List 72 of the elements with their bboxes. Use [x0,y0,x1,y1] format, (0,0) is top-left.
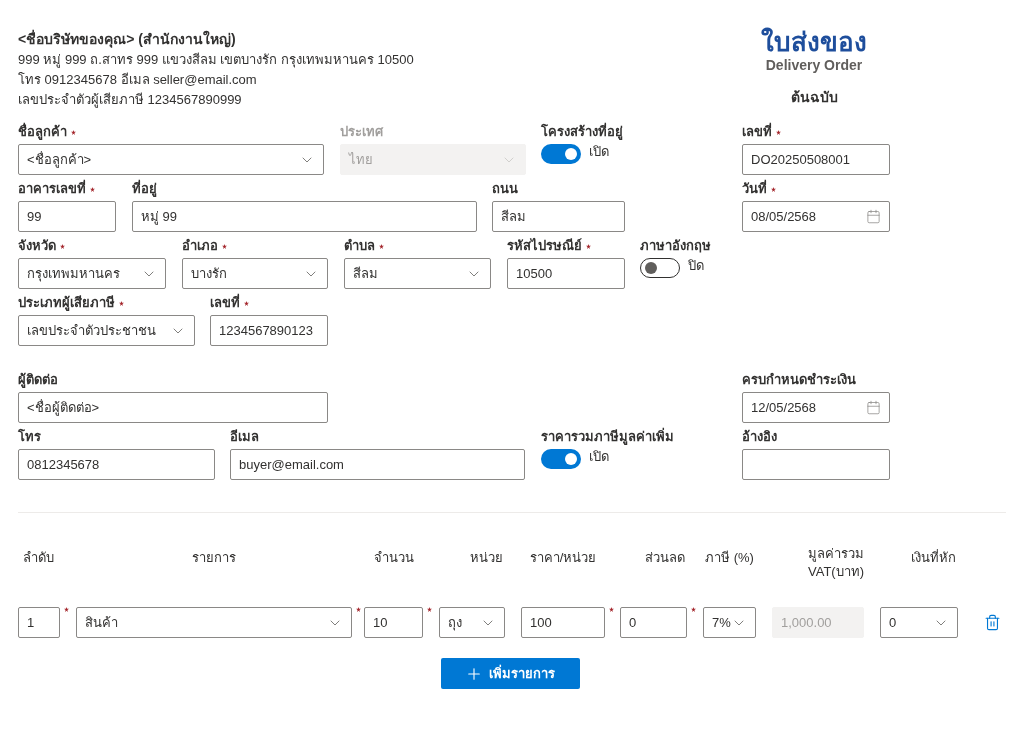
company-info-line: โทร 0912345678 อีเมล seller@email.com [18,71,258,89]
input-field[interactable]: <ชื่อผู้ติดต่อ> [18,392,328,423]
add-item-button[interactable]: เพิ่มรายการ [440,658,580,689]
column-header: ภาษี (%) [705,549,754,567]
dropdown-field[interactable]: ถุง [439,607,505,638]
dropdown-field[interactable]: กรุงเทพมหานคร [18,258,166,289]
toggle-switch[interactable] [541,144,581,164]
input-field[interactable]: หมู่ 99 [132,201,477,232]
toggle-state-label: ปิด [688,258,704,274]
field-label: โทร [18,429,41,445]
column-header: มูลค่ารวม VAT(บาท) [807,545,864,581]
input-field[interactable]: 10500 [507,258,625,289]
input-field[interactable] [742,449,890,480]
field-label: โครงสร้างที่อยู่ [541,124,623,140]
input-field[interactable]: สีลม [492,201,625,232]
copy-label: ต้นฉบับ [790,88,838,106]
field-label: วันที่ [742,181,767,197]
field-label: รหัสไปรษณีย์ [507,238,582,254]
column-header: ส่วนลด [645,549,685,567]
field-label: ประเทศ [340,124,383,140]
dropdown-field[interactable]: บางรัก [182,258,328,289]
company-name: <ชื่อบริษัทของคุณ> (สำนักงานใหญ่) [18,28,237,50]
document-title: ใบส่งของ [761,28,867,56]
input-field[interactable]: 10 [364,607,423,638]
column-header: ลำดับ [23,549,54,567]
field-label: เลขที่ [742,124,772,140]
company-info-line: เลขประจำตัวผู้เสียภาษี 1234567890999 [18,91,243,110]
field-label: เลขที่ [210,295,240,311]
dropdown-field[interactable]: เลขประจำตัวประชาชน [18,315,195,346]
date-field[interactable]: 12/05/2568 [742,392,890,423]
field-label: อาคารเลขที่ [18,181,86,197]
field-label: จังหวัด [18,238,56,254]
field-label: อำเภอ [182,238,218,254]
column-header: ราคา/หน่วย [529,549,597,567]
company-info-line: 999 หมู่ 999 ถ.สาทร 999 แขวงสีลม เขตบางรัก กรุงเทพมหานคร 10500 [18,51,414,70]
field-label: ชื่อลูกค้า [18,124,67,140]
field-label: ประเภทผู้เสียภาษี [18,295,115,311]
dropdown-field[interactable]: สินค้า [76,607,352,638]
input-field[interactable]: 99 [18,201,116,232]
field-label: ราคารวมภาษีมูลค่าเพิ่ม [541,429,674,445]
dropdown-field[interactable]: สีลม [344,258,491,289]
field-label: ภาษาอังกฤษ [640,238,711,254]
toggle-switch[interactable] [541,449,581,469]
input-field[interactable]: DO20250508001 [742,144,890,175]
input-field[interactable]: 0812345678 [18,449,215,480]
field-label: อ้างอิง [742,429,777,445]
column-header: จำนวน [373,549,414,567]
toggle-state-label: เปิด [589,144,609,160]
calendar-icon [866,209,881,224]
field-label: ครบกำหนดชำระเงิน [742,372,856,388]
field-label: อีเมล [230,429,259,445]
field-label: ถนน [492,181,518,197]
trash-icon [984,614,1001,631]
field-label: ผู้ติดต่อ [18,372,58,388]
toggle-switch[interactable] [640,258,680,278]
column-header: หน่วย [470,549,503,567]
calendar-icon [866,400,881,415]
dropdown-field[interactable]: 7% [703,607,756,638]
input-field[interactable]: 0 [620,607,687,638]
dropdown-field[interactable]: 0 [880,607,958,638]
field-label: ที่อยู่ [132,181,157,197]
input-field[interactable]: 1 [18,607,60,638]
dropdown-field[interactable]: <ชื่อลูกค้า> [18,144,324,175]
column-header: รายการ [192,549,236,567]
field-label: ตำบล [344,238,375,254]
column-header: เงินที่หัก [911,549,956,567]
input-field[interactable]: 1234567890123 [210,315,328,346]
date-field[interactable]: 08/05/2568 [742,201,890,232]
input-field[interactable]: buyer@email.com [230,449,525,480]
toggle-state-label: เปิด [589,449,609,465]
document-subtitle: Delivery Order [765,56,863,74]
input-field[interactable]: 100 [521,607,605,638]
